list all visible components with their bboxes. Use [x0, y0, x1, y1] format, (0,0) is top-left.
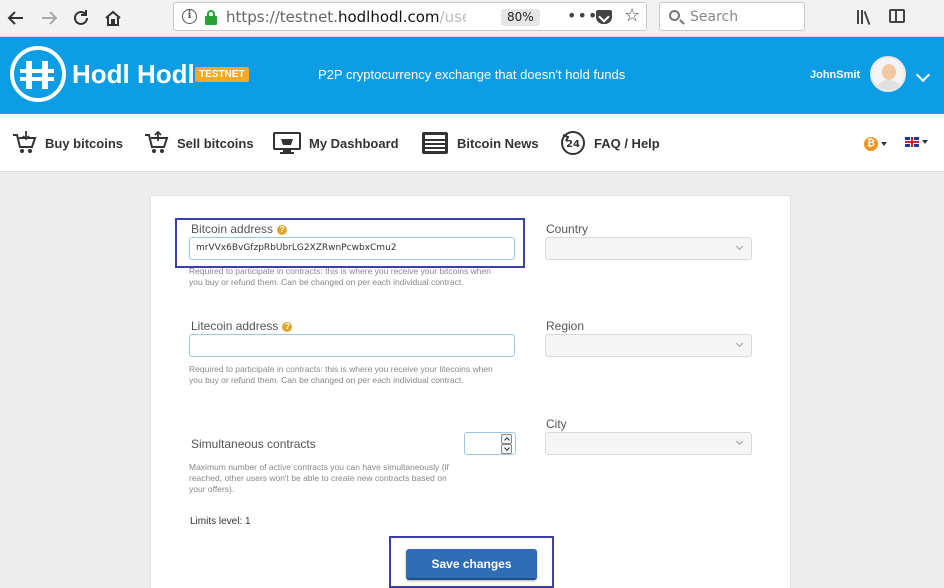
profile-form-card: Bitcoin address? mrVVx6BvGfzpRbUbrLG2XZR…: [150, 195, 791, 588]
bookmark-star-icon[interactable]: ☆: [624, 5, 640, 26]
news-icon: [422, 132, 448, 154]
search-icon: [669, 10, 680, 21]
main-nav: Buy bitcoins Sell bitcoins My Dashboard …: [0, 114, 944, 172]
browser-toolbar: i https://testnet.hodlhodl.com/user 80% …: [0, 0, 944, 37]
library-icon[interactable]: [856, 9, 874, 25]
nav-label: Sell bitcoins: [177, 135, 254, 151]
contracts-stepper[interactable]: [464, 432, 516, 455]
save-button[interactable]: Save changes: [406, 549, 537, 580]
country-label: Country: [546, 222, 589, 236]
info-icon[interactable]: i: [182, 9, 197, 24]
sidebar-icon[interactable]: [889, 9, 905, 23]
bitcoin-address-label: Bitcoin address?: [191, 222, 288, 236]
nav-label: Buy bitcoins: [45, 135, 124, 151]
city-label: City: [546, 417, 567, 431]
country-select[interactable]: [545, 237, 752, 260]
nav-label: My Dashboard: [309, 135, 399, 151]
monitor-icon: [273, 132, 301, 154]
home-icon[interactable]: [100, 5, 126, 31]
nav-label: FAQ / Help: [594, 135, 660, 151]
logo-h-mark: [20, 61, 54, 89]
testnet-badge: TESTNET: [195, 67, 249, 82]
chevron-down-icon: [735, 339, 744, 348]
zoom-badge[interactable]: 80%: [501, 9, 540, 26]
tagline: P2P cryptocurrency exchange that doesn't…: [318, 67, 626, 82]
nav-faq-help[interactable]: 24 FAQ / Help: [560, 129, 660, 157]
avatar[interactable]: [870, 56, 906, 92]
nav-sell-bitcoins[interactable]: Sell bitcoins: [143, 129, 254, 157]
currency-select[interactable]: ₿: [864, 137, 887, 151]
litecoin-address-label: Litecoin address?: [191, 319, 293, 333]
contracts-hint: Maximum number of active contracts you c…: [189, 462, 449, 494]
chevron-down-icon[interactable]: [915, 67, 931, 83]
cart-upload-icon: [145, 131, 169, 153]
contracts-label: Simultaneous contracts: [191, 437, 316, 451]
pocket-icon[interactable]: [596, 10, 612, 24]
chevron-down-icon: [735, 437, 744, 446]
site-header: Hodl Hodl TESTNET P2P cryptocurrency exc…: [0, 37, 944, 114]
page-actions-icon[interactable]: •••: [567, 6, 598, 25]
bitcoin-address-input[interactable]: mrVVx6BvGfzpRbUbrLG2XZRwnPcwbxCmu2: [189, 237, 515, 260]
chevron-down-icon: [735, 242, 744, 251]
city-select[interactable]: [545, 432, 752, 455]
lock-icon: [205, 10, 217, 25]
url-text[interactable]: https://testnet.hodlhodl.com/user: [226, 8, 466, 26]
bitcoin-address-hint: Required to participate in contracts: th…: [189, 266, 491, 287]
help-icon[interactable]: ?: [282, 322, 293, 332]
nav-my-dashboard[interactable]: My Dashboard: [273, 129, 399, 157]
caret-down-icon: [881, 142, 887, 146]
forward-icon[interactable]: [36, 5, 62, 31]
nav-bitcoin-news[interactable]: Bitcoin News: [421, 129, 539, 157]
back-icon[interactable]: [3, 5, 29, 31]
search-placeholder: Search: [690, 9, 739, 25]
support-24-icon: 24: [561, 131, 585, 155]
litecoin-address-input[interactable]: [189, 334, 515, 357]
litecoin-address-hint: Required to participate in contracts: th…: [189, 364, 493, 385]
uk-flag-icon: [905, 137, 919, 147]
reload-icon[interactable]: [68, 5, 94, 31]
stepper-up-icon[interactable]: [501, 434, 512, 444]
region-select[interactable]: [545, 334, 752, 357]
search-input[interactable]: Search: [659, 2, 805, 31]
language-select[interactable]: [905, 137, 928, 147]
cart-download-icon: [13, 131, 37, 153]
caret-down-icon: [922, 140, 928, 144]
url-bar[interactable]: i https://testnet.hodlhodl.com/user 80% …: [173, 2, 647, 31]
limits-level: Limits level: 1: [190, 516, 251, 527]
region-label: Region: [546, 319, 585, 333]
svg-text:24: 24: [566, 139, 580, 150]
nav-label: Bitcoin News: [457, 135, 539, 151]
bitcoin-icon: ₿: [864, 137, 878, 151]
nav-buy-bitcoins[interactable]: Buy bitcoins: [11, 129, 123, 157]
username[interactable]: JohnSmit: [810, 69, 860, 81]
help-icon[interactable]: ?: [277, 225, 288, 235]
brand-name[interactable]: Hodl Hodl: [72, 59, 195, 90]
stepper-down-icon[interactable]: [501, 444, 512, 454]
